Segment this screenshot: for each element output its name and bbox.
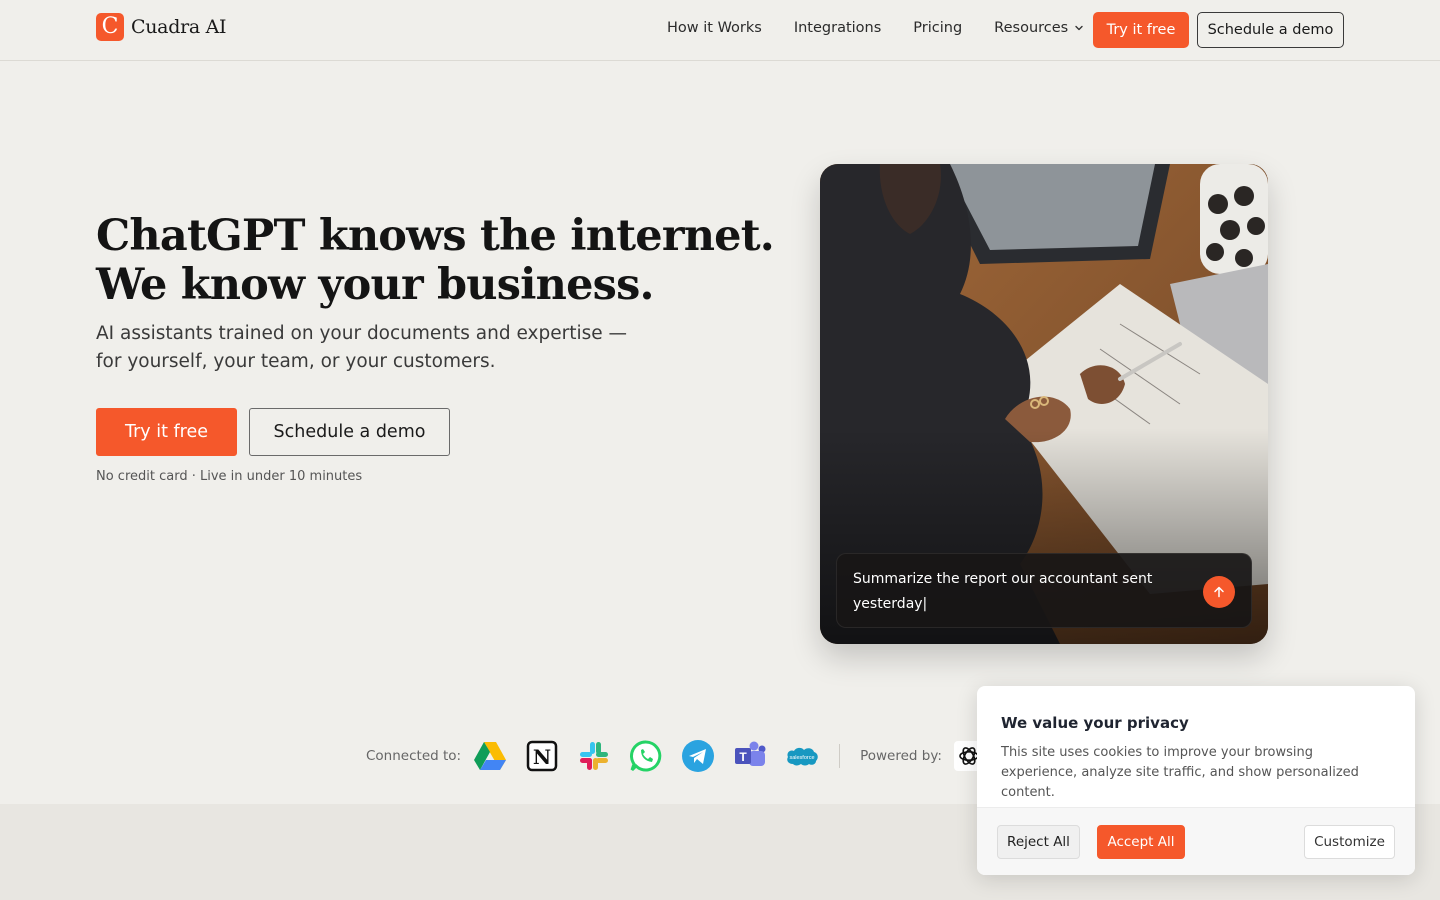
nav-integrations[interactable]: Integrations bbox=[794, 20, 881, 36]
nav-resources[interactable]: Resources bbox=[994, 20, 1084, 36]
nav-how-it-works[interactable]: How it Works bbox=[667, 20, 762, 36]
accept-all-button[interactable]: Accept All bbox=[1097, 825, 1185, 859]
reject-all-button[interactable]: Reject All bbox=[997, 825, 1080, 859]
brand-mark-icon: C bbox=[96, 13, 124, 41]
customize-button[interactable]: Customize bbox=[1304, 825, 1395, 859]
cookie-title: We value your privacy bbox=[1001, 714, 1189, 732]
powered-by-label: Powered by: bbox=[860, 748, 942, 764]
row-divider bbox=[839, 744, 841, 768]
brand-logo[interactable]: C Cuadra AI bbox=[96, 13, 227, 41]
hero-title-line-1: ChatGPT knows the internet. bbox=[96, 211, 775, 261]
hero-note: No credit card · Live in under 10 minute… bbox=[96, 469, 363, 484]
arrow-up-icon bbox=[1214, 586, 1224, 598]
hero-try-free-button[interactable]: Try it free bbox=[96, 408, 237, 456]
nav-pricing[interactable]: Pricing bbox=[913, 20, 962, 36]
cookie-actions: Reject All Accept All Customize bbox=[977, 807, 1415, 875]
cookie-banner: We value your privacy This site uses coo… bbox=[977, 686, 1415, 875]
microsoft-teams-icon: T bbox=[733, 739, 767, 773]
cookie-description: This site uses cookies to improve your b… bbox=[1001, 745, 1359, 800]
whatsapp-icon bbox=[629, 739, 663, 773]
connected-to-label: Connected to: bbox=[366, 748, 462, 764]
integrations-row: Connected to: N T salesforce Powered by: bbox=[366, 738, 984, 774]
teams-letter: T bbox=[739, 750, 747, 764]
salesforce-icon: salesforce bbox=[785, 739, 819, 773]
notion-icon: N bbox=[525, 739, 559, 773]
header-schedule-demo-button[interactable]: Schedule a demo bbox=[1197, 12, 1344, 48]
notion-letter: N bbox=[533, 745, 551, 769]
hero-schedule-demo-button[interactable]: Schedule a demo bbox=[249, 408, 450, 456]
site-header: C Cuadra AI How it Works Integrations Pr… bbox=[0, 0, 1440, 61]
send-button[interactable] bbox=[1203, 576, 1235, 608]
brand-name: Cuadra AI bbox=[131, 16, 227, 38]
hero-title-line-2: We know your business. bbox=[96, 260, 654, 310]
chevron-down-icon bbox=[1075, 25, 1083, 31]
google-drive-icon bbox=[473, 739, 507, 773]
slack-icon bbox=[577, 739, 611, 773]
hero-title: ChatGPT knows the internet. We know your… bbox=[96, 211, 775, 310]
chat-prompt-input[interactable]: Summarize the report our accountant sent… bbox=[836, 553, 1252, 628]
hero-subtitle: AI assistants trained on your documents … bbox=[96, 323, 628, 372]
telegram-icon bbox=[681, 739, 715, 773]
header-try-free-button[interactable]: Try it free bbox=[1093, 12, 1189, 48]
salesforce-wordmark: salesforce bbox=[790, 755, 815, 761]
chat-prompt-text: Summarize the report our accountant sent… bbox=[853, 571, 1153, 612]
main-nav: How it Works Integrations Pricing Resour… bbox=[667, 20, 1084, 36]
nav-resources-label: Resources bbox=[994, 20, 1069, 36]
hero-image-card: Summarize the report our accountant sent… bbox=[820, 164, 1268, 644]
